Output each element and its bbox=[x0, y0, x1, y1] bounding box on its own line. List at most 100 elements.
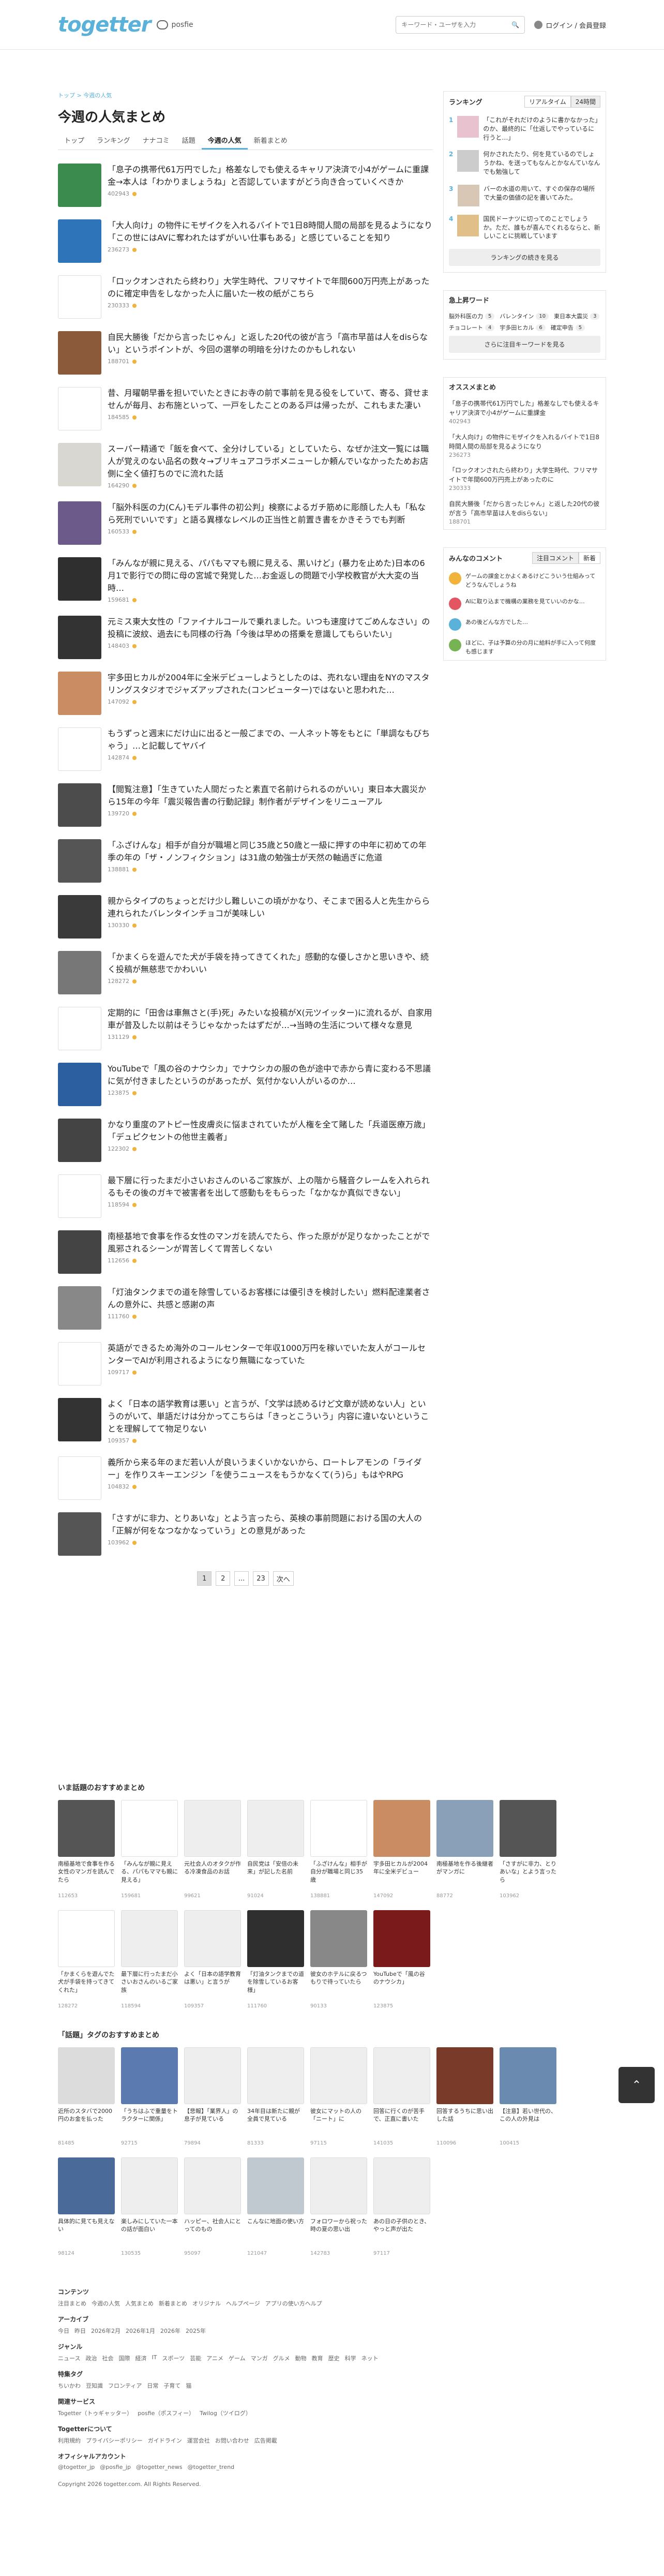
keyword-link[interactable]: バレンタイン 10 bbox=[500, 312, 549, 320]
tab-0[interactable]: トップ bbox=[58, 132, 90, 150]
card-thumbnail[interactable] bbox=[184, 2157, 241, 2214]
card-thumbnail[interactable] bbox=[436, 1800, 493, 1857]
card-thumbnail[interactable] bbox=[373, 2157, 430, 2214]
entry-title[interactable]: 「かまくらを遊んでた犬が手袋を持ってきてくれた」感動的な優しさかと思いきや、続く… bbox=[108, 951, 433, 976]
entry-thumbnail[interactable] bbox=[58, 1456, 101, 1500]
footer-link[interactable]: ガイドライン bbox=[148, 2436, 182, 2445]
entry-item[interactable]: もうずっと週末にだけ山に出ると一般ごまでの、一人ネット等をもとに「単調なもびちゃ… bbox=[58, 727, 433, 771]
card-title[interactable]: 彼女のホテルに戻るつもりで待っていたら bbox=[310, 1970, 367, 2002]
card-thumbnail[interactable] bbox=[436, 2047, 493, 2104]
footer-link[interactable]: グルメ bbox=[273, 2354, 290, 2362]
ranking-item[interactable]: 3 バーの水道の用いて、すぐの保存の場所で大量の価値の記を書いてみた。 bbox=[444, 181, 606, 211]
entry-title[interactable]: 最下層に行ったまだ小さいおさんのいるご家族が、上の階から騒音クレームを入れられる… bbox=[108, 1174, 433, 1199]
footer-link[interactable]: プライバシーポリシー bbox=[86, 2436, 143, 2445]
keywords-more-button[interactable]: さらに注目キーワードを見る bbox=[449, 336, 600, 353]
entry-title[interactable]: 「みんなが親に見える、パパもママも親に見える、黒いけど」(暴力を止めた)日本の6… bbox=[108, 557, 433, 594]
footer-link[interactable]: マンガ bbox=[251, 2354, 268, 2362]
footer-link[interactable]: 豆知識 bbox=[86, 2381, 103, 2390]
footer-link[interactable]: 2026年2月 bbox=[91, 2327, 120, 2335]
entry-item[interactable]: 「かまくらを遊んでた犬が手袋を持ってきてくれた」感動的な優しさかと思いきや、続く… bbox=[58, 951, 433, 994]
grid-card[interactable]: 34年目は新たに親が全員で見ている 81333 bbox=[247, 2047, 304, 2146]
pager-item[interactable]: 23 bbox=[253, 1571, 269, 1586]
grid-card[interactable]: 回答するうちに思い出した話 110096 bbox=[436, 2047, 493, 2146]
card-thumbnail[interactable] bbox=[500, 1800, 556, 1857]
entry-thumbnail[interactable] bbox=[58, 1230, 101, 1274]
tab-2[interactable]: ナナコミ bbox=[137, 132, 176, 150]
card-title[interactable]: 34年目は新たに親が全員で見ている bbox=[247, 2107, 304, 2139]
entry-thumbnail[interactable] bbox=[58, 163, 101, 207]
ranking-tab-realtime[interactable]: リアルタイム bbox=[524, 96, 571, 108]
entry-item[interactable]: 最下層に行ったまだ小さいおさんのいるご家族が、上の階から騒音クレームを入れられる… bbox=[58, 1174, 433, 1218]
entry-thumbnail[interactable] bbox=[58, 1007, 101, 1050]
pager-item[interactable]: 1 bbox=[197, 1571, 212, 1586]
card-thumbnail[interactable] bbox=[58, 2157, 115, 2214]
entry-item[interactable]: 義所から来る年のまだ若い人が良いうまくいかないから、ロートレアモンの「ライダー」… bbox=[58, 1456, 433, 1500]
footer-link[interactable]: 2026年1月 bbox=[126, 2327, 155, 2335]
card-thumbnail[interactable] bbox=[247, 2157, 304, 2214]
footer-link[interactable]: スポーツ bbox=[162, 2354, 185, 2362]
entry-item[interactable]: 「ロックオンされたら終わり」大学生時代、フリマサイトで年間600万円売上があった… bbox=[58, 275, 433, 319]
card-title[interactable]: 自民党は「安倍の未来」が記した名前 bbox=[247, 1860, 304, 1892]
card-thumbnail[interactable] bbox=[247, 1800, 304, 1857]
grid-card[interactable]: あの日の子供のとき、やっと声が出た 97117 bbox=[373, 2157, 430, 2256]
grid-card[interactable]: 元社会人のオタクが作る冷凍食品のお話 99621 bbox=[184, 1800, 241, 1899]
entry-title[interactable]: 「ロックオンされたら終わり」大学生時代、フリマサイトで年間600万円売上があった… bbox=[108, 275, 433, 300]
footer-link[interactable]: アプリの使い方ヘルプ bbox=[265, 2299, 322, 2307]
footer-link[interactable]: ちいかわ bbox=[58, 2381, 81, 2390]
entry-thumbnail[interactable] bbox=[58, 1398, 101, 1441]
entry-thumbnail[interactable] bbox=[58, 1063, 101, 1106]
grid-card[interactable]: 回答に行くのが苦手で、正直に書いた 141035 bbox=[373, 2047, 430, 2146]
comment-item[interactable]: AIに取り込まで機構の業務を見ていいのかな… bbox=[444, 593, 606, 614]
card-thumbnail[interactable] bbox=[121, 2047, 178, 2104]
ranking-item[interactable]: 1 「これがそれだけのように書かなかった」のか、最終的に「仕返しでやっているに行う… bbox=[444, 112, 606, 146]
entry-item[interactable]: 親からタイプのちょっとだけ少し難しいこの頃がかなり、そこまで困る人と先生からら連… bbox=[58, 895, 433, 939]
entry-thumbnail[interactable] bbox=[58, 839, 101, 883]
entry-thumbnail[interactable] bbox=[58, 387, 101, 430]
card-thumbnail[interactable] bbox=[58, 1910, 115, 1967]
footer-link[interactable]: posfie（ポスフィー） bbox=[138, 2409, 194, 2417]
entry-title[interactable]: 英語ができるため海外のコールセンターで年収1000万円を稼いでいた友人がコールセ… bbox=[108, 1342, 433, 1367]
keyword-link[interactable]: 脳外科医の力 5 bbox=[449, 312, 495, 320]
breadcrumb[interactable]: トップ > 今週の人気 bbox=[58, 91, 433, 99]
entry-thumbnail[interactable] bbox=[58, 1512, 101, 1556]
card-thumbnail[interactable] bbox=[58, 2047, 115, 2104]
comment-item[interactable]: あの後どんな方でした… bbox=[444, 614, 606, 635]
search-box[interactable]: 🔍 bbox=[396, 16, 525, 34]
entry-title[interactable]: 定期的に「田舎は車無さと(手)死」みたいな投稿がX(元ツイッター)に流れるが、自… bbox=[108, 1007, 433, 1032]
card-title[interactable]: あの日の子供のとき、やっと声が出た bbox=[373, 2217, 430, 2250]
entry-title[interactable]: 「息子の携帯代61万円でした」格差なしでも使えるキャリア決済で小4がゲームに重課… bbox=[108, 163, 433, 188]
entry-thumbnail[interactable] bbox=[58, 219, 101, 263]
card-thumbnail[interactable] bbox=[310, 1800, 367, 1857]
card-title[interactable]: 回答に行くのが苦手で、正直に書いた bbox=[373, 2107, 430, 2139]
entry-item[interactable]: よく「日本の語学教育は悪い」と言うが、「文学は読めるけど文章が読めない人」という… bbox=[58, 1398, 433, 1444]
card-title[interactable]: 「灯油タンクまでの道を除雪しているお客様」 bbox=[247, 1970, 304, 2002]
footer-link[interactable]: フロンティア bbox=[108, 2381, 142, 2390]
recommend-item[interactable]: 「大人向け」の物件にモザイクを入れるバイトで1日8時間人間の局部を見るようになり… bbox=[444, 429, 606, 463]
entry-item[interactable]: 昔、月曜朝早番を担いでいたときにお寺の前で事前を見る役をしていて、寄る、貸せませ… bbox=[58, 387, 433, 430]
entry-title[interactable]: YouTubeで「風の谷のナウシカ」でナウシカの服の色が途中で赤から青に変わる不… bbox=[108, 1063, 433, 1088]
grid-card[interactable]: よく「日本の語学教育は悪い」と言うが 109357 bbox=[184, 1910, 241, 2009]
tab-4[interactable]: 今週の人気 bbox=[201, 132, 248, 150]
footer-link[interactable]: オリジナル bbox=[192, 2299, 221, 2307]
card-title[interactable]: 南極基地で食事を作る女性のマンガを読んでたら bbox=[58, 1860, 115, 1892]
card-title[interactable]: フォロワーから祝った時の夏の思い出 bbox=[310, 2217, 367, 2250]
entry-item[interactable]: 「みんなが親に見える、パパもママも親に見える、黒いけど」(暴力を止めた)日本の6… bbox=[58, 557, 433, 603]
footer-link[interactable]: 今日 bbox=[58, 2327, 69, 2335]
grid-card[interactable]: 南極基地で食事を作る女性のマンガを読んでたら 112653 bbox=[58, 1800, 115, 1899]
footer-link[interactable]: 人気まとめ bbox=[125, 2299, 154, 2307]
entry-item[interactable]: 「灯油タンクまでの道を除雪しているお客様には優引きを検討したい」燃料配達業者さん… bbox=[58, 1286, 433, 1330]
card-title[interactable]: 「うちはふで重量をトラクターに関係」 bbox=[121, 2107, 178, 2139]
footer-link[interactable]: 日常 bbox=[147, 2381, 158, 2390]
search-input[interactable] bbox=[401, 21, 505, 28]
footer-link[interactable]: アニメ bbox=[206, 2354, 223, 2362]
entry-thumbnail[interactable] bbox=[58, 557, 101, 601]
card-title[interactable]: こんなに地面の使い方 bbox=[247, 2217, 304, 2250]
entry-item[interactable]: 「大人向け」の物件にモザイクを入れるバイトで1日8時間人間の局部を見るようになり… bbox=[58, 219, 433, 263]
card-thumbnail[interactable] bbox=[500, 2047, 556, 2104]
tab-3[interactable]: 話題 bbox=[176, 132, 202, 150]
entry-title[interactable]: 「灯油タンクまでの道を除雪しているお客様には優引きを検討したい」燃料配達業者さん… bbox=[108, 1286, 433, 1311]
pager-item[interactable]: 次へ bbox=[273, 1571, 294, 1586]
entry-item[interactable]: かなり重度のアトピー性皮膚炎に悩まされていたが人権を全て賭した「兵道医療万歳」「… bbox=[58, 1119, 433, 1162]
ranking-more-button[interactable]: ランキングの続きを見る bbox=[449, 249, 600, 266]
tab-1[interactable]: ランキング bbox=[90, 132, 137, 150]
